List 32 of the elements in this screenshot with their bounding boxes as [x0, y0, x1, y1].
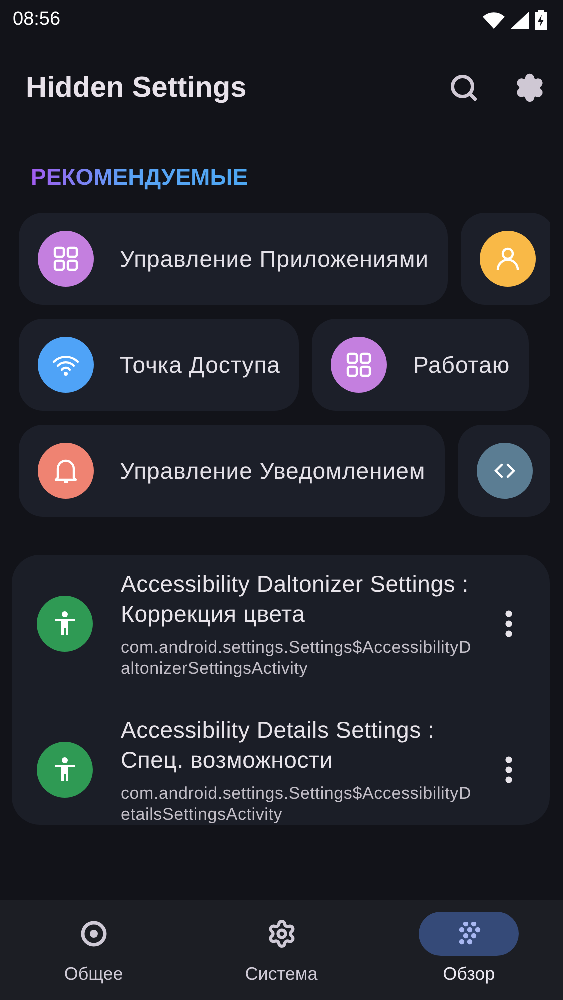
activity-class-name: com.android.settings.Settings$AccessibilityDaltonizerSettingsActivity	[121, 637, 473, 679]
nav-tab[interactable]: Обзор	[375, 900, 563, 1000]
shortcut-chip[interactable]	[460, 213, 550, 305]
battery-icon	[535, 10, 547, 30]
settings-button[interactable]	[515, 73, 545, 103]
cell-signal-icon	[511, 12, 529, 28]
grid-icon	[346, 352, 372, 378]
status-time: 08:56	[13, 9, 61, 31]
nav-tab[interactable]: Общее	[0, 900, 188, 1000]
more-icon	[504, 756, 514, 784]
search-button[interactable]	[449, 73, 479, 103]
wifi-icon	[52, 353, 80, 377]
more-button[interactable]	[504, 610, 514, 638]
nav-tab[interactable]: Система	[188, 900, 376, 1000]
person-icon	[494, 246, 521, 272]
shortcut-chip[interactable]: Точка Доступа	[19, 319, 300, 411]
target-icon	[80, 920, 108, 948]
shortcut-chip[interactable]: Управление Уведомлением	[19, 425, 445, 517]
activity-title: Accessibility Details Settings : Спец. возможности	[121, 716, 436, 775]
shortcut-chip[interactable]: Управление Приложениями	[19, 213, 448, 305]
grid-icon	[53, 246, 79, 272]
accessibility-icon	[53, 757, 77, 783]
gear-icon	[266, 919, 296, 949]
shortcut-chip[interactable]: Работаю	[312, 319, 530, 411]
wifi-signal-icon	[483, 12, 505, 28]
more-button[interactable]	[504, 756, 514, 784]
activity-title: Accessibility Daltonizer Settings : Коррекция цвета	[121, 570, 470, 629]
app-title: Hidden Settings	[26, 72, 248, 104]
bell-icon	[53, 457, 79, 485]
more-icon	[504, 610, 514, 638]
accessibility-icon	[53, 611, 77, 637]
activity-class-name: com.android.settings.Settings$AccessibilityDetailsSettingsActivity	[121, 783, 473, 825]
